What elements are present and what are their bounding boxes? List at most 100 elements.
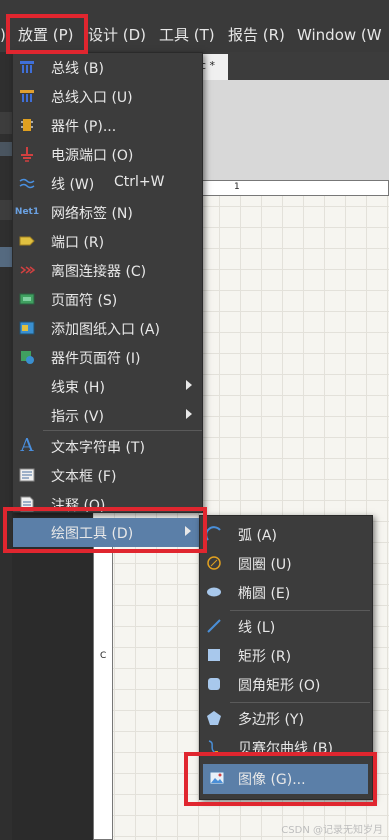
menu-item-drawing-tools[interactable]: 绘图工具 (D) <box>13 518 201 547</box>
menubar-item-partial[interactable]: ) <box>0 0 6 52</box>
menu-item-circle[interactable]: 圆圈 (U) <box>200 549 372 578</box>
menu-item-sheet-symbol[interactable]: 页面符 (S) <box>13 285 202 314</box>
menu-item-device-sheet-symbol[interactable]: 器件页面符 (I) <box>13 343 202 372</box>
bus-entry-icon <box>19 88 35 104</box>
menu-item-label: 绘图工具 (D) <box>51 526 134 542</box>
menu-item-arc[interactable]: 弧 (A) <box>200 520 372 549</box>
menu-item-label: 端口 (R) <box>51 235 105 251</box>
net-label-icon: Net1 <box>14 204 40 220</box>
menu-item-text-frame[interactable]: 文本框 (F) <box>13 461 202 490</box>
image-icon <box>209 770 225 786</box>
menubar-item-reports[interactable]: 报告 (R) <box>228 0 285 52</box>
ruler-left-label: C <box>100 651 107 661</box>
menu-item-harness[interactable]: 线束 (H) <box>13 372 202 401</box>
text-string-icon: A <box>19 435 35 456</box>
device-sheet-symbol-icon <box>19 349 35 365</box>
menu-separator <box>43 430 202 431</box>
menu-item-label: 矩形 (R) <box>238 649 292 665</box>
sheet-symbol-icon <box>19 291 35 307</box>
circle-icon <box>206 555 222 571</box>
menu-item-net-label[interactable]: Net1 网络标签 (N) <box>13 198 202 227</box>
menu-item-sheet-entry[interactable]: 添加图纸入口 (A) <box>13 314 202 343</box>
sheet-border-left: C <box>93 540 113 840</box>
left-panel-block <box>0 142 12 156</box>
menu-item-label: 贝赛尔曲线 (B) <box>238 741 333 757</box>
menu-item-label: 圆圈 (U) <box>238 557 292 573</box>
bus-icon <box>19 59 35 75</box>
drawing-tools-menu: 弧 (A) 圆圈 (U) 椭圆 (E) 线 (L) 矩形 (R) 圆角矩形 (O… <box>199 515 373 800</box>
menu-item-port[interactable]: 端口 (R) <box>13 227 202 256</box>
menu-item-ellipse[interactable]: 椭圆 (E) <box>200 578 372 607</box>
menu-item-label: 多边形 (Y) <box>238 712 304 728</box>
menu-item-wire[interactable]: 线 (W) Ctrl+W <box>13 169 202 198</box>
off-sheet-connector-icon <box>19 262 35 278</box>
menu-item-shortcut: Ctrl+W <box>114 174 165 190</box>
menu-item-label: 圆角矩形 (O) <box>238 678 321 694</box>
menu-item-label: 离图连接器 (C) <box>51 264 147 280</box>
text-string-icon-glyph: A <box>20 435 34 456</box>
menu-item-label: 器件 (P)... <box>51 119 117 135</box>
part-icon <box>19 117 35 133</box>
menubar: ) 放置 (P) 设计 (D) 工具 (T) 报告 (R) Window (W <box>0 0 389 52</box>
rectangle-icon <box>206 647 222 663</box>
watermark: CSDN @记录无知岁月 <box>281 825 383 836</box>
menu-item-label: 电源端口 (O) <box>51 148 134 164</box>
menu-item-label: 弧 (A) <box>238 528 277 544</box>
submenu-arrow-icon <box>186 409 192 419</box>
left-panel-block <box>0 247 12 267</box>
menu-item-image[interactable]: 图像 (G)... <box>203 764 368 794</box>
menu-item-round-rectangle[interactable]: 圆角矩形 (O) <box>200 670 372 699</box>
submenu-arrow-icon <box>186 380 192 390</box>
menu-item-rectangle[interactable]: 矩形 (R) <box>200 641 372 670</box>
menu-separator <box>230 610 370 611</box>
menu-item-label: 页面符 (S) <box>51 293 118 309</box>
menu-item-bus[interactable]: 总线 (B) <box>13 53 202 82</box>
menu-item-line[interactable]: 线 (L) <box>200 612 372 641</box>
left-panel-strip <box>0 52 12 840</box>
document-gray-area <box>198 80 389 180</box>
left-panel-block <box>0 200 12 220</box>
menu-item-bus-entry[interactable]: 总线入口 (U) <box>13 82 202 111</box>
menu-item-label: 线 (L) <box>238 620 276 636</box>
port-icon <box>19 233 35 249</box>
left-panel-block <box>0 112 12 134</box>
net-label-icon-text: Net1 <box>14 207 40 217</box>
arc-icon <box>206 526 222 542</box>
menu-item-label: 网络标签 (N) <box>51 206 133 222</box>
sheet-border-top: 1 <box>198 180 389 196</box>
menu-item-label: 总线 (B) <box>51 61 104 77</box>
menu-item-part[interactable]: 器件 (P)... <box>13 111 202 140</box>
menu-item-text-string[interactable]: A 文本字符串 (T) <box>13 432 202 461</box>
menu-item-directives[interactable]: 指示 (V) <box>13 401 202 430</box>
menu-separator <box>230 702 370 703</box>
note-icon <box>19 496 35 512</box>
menu-item-note[interactable]: 注释 (O) <box>13 490 202 513</box>
ruler-top-label: 1 <box>234 182 240 192</box>
menu-item-label: 添加图纸入口 (A) <box>51 322 160 338</box>
menu-item-off-sheet-connector[interactable]: 离图连接器 (C) <box>13 256 202 285</box>
menu-item-power-port[interactable]: 电源端口 (O) <box>13 140 202 169</box>
power-port-icon <box>19 146 35 162</box>
menubar-item-design[interactable]: 设计 (D) <box>88 0 146 52</box>
wire-icon <box>19 175 35 191</box>
menu-item-label: 文本框 (F) <box>51 469 117 485</box>
ellipse-icon <box>206 584 222 600</box>
menu-item-label: 注释 (O) <box>51 498 106 513</box>
menubar-item-place[interactable]: 放置 (P) <box>18 0 74 52</box>
menu-item-label: 总线入口 (U) <box>51 90 133 106</box>
menu-item-label: 线束 (H) <box>51 380 105 396</box>
submenu-arrow-icon <box>185 526 191 536</box>
menubar-item-tools[interactable]: 工具 (T) <box>159 0 215 52</box>
round-rectangle-icon <box>206 676 222 692</box>
menubar-item-window[interactable]: Window (W <box>297 0 382 52</box>
menu-item-label: 图像 (G)... <box>238 772 306 788</box>
menu-item-bezier[interactable]: 贝赛尔曲线 (B) <box>200 733 372 762</box>
menu-item-polygon[interactable]: 多边形 (Y) <box>200 704 372 733</box>
menu-item-label: 器件页面符 (I) <box>51 351 141 367</box>
polygon-icon <box>206 710 222 726</box>
menu-item-label: 文本字符串 (T) <box>51 440 145 456</box>
line-icon <box>206 618 222 634</box>
sheet-entry-icon <box>19 320 35 336</box>
menu-item-label: 线 (W) <box>51 177 95 193</box>
menu-item-label: 指示 (V) <box>51 409 104 425</box>
